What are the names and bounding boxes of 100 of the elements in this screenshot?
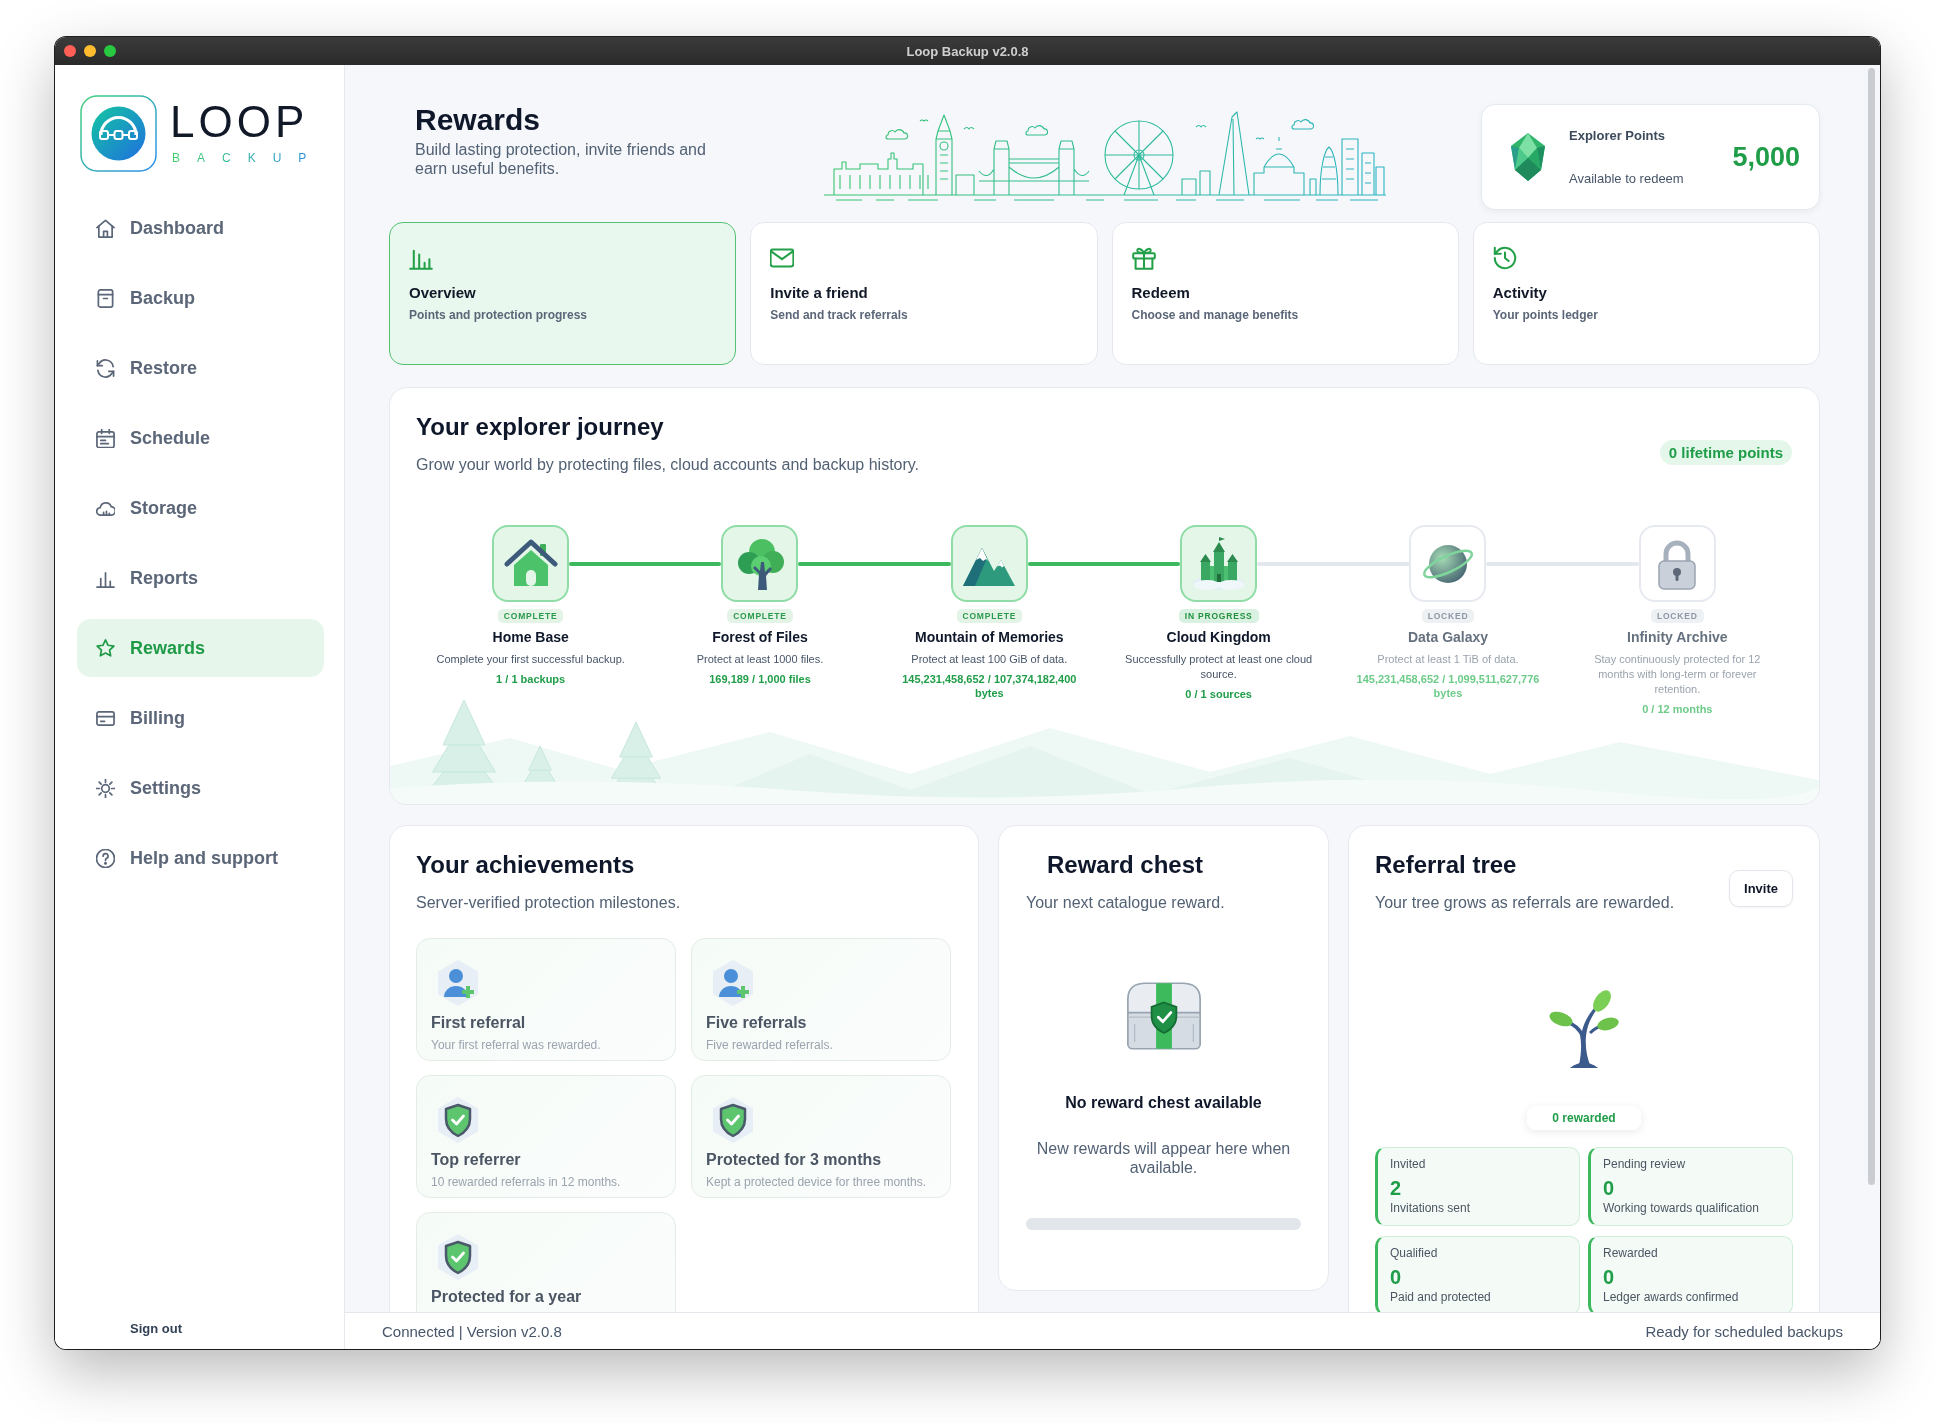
- tab[interactable]: Redeem Choose and manage benefits: [1111, 222, 1459, 365]
- clock-history-icon: [1492, 246, 1517, 270]
- achievement-description: Your first referral was rewarded.: [431, 1038, 602, 1053]
- milestone-description: Protect at least 100 GiB of data.: [911, 652, 1068, 667]
- nav-item[interactable]: Schedule: [77, 409, 324, 467]
- stat-label: Rewarded: [1603, 1246, 1659, 1261]
- nav-item[interactable]: Dashboard: [77, 199, 324, 257]
- section-title: Your achievements: [416, 850, 636, 880]
- gift-icon: [1131, 246, 1156, 270]
- stat-caption: Paid and protected: [1390, 1290, 1492, 1305]
- milestone-progress: 1 / 1 backups: [496, 672, 566, 686]
- minimize-button[interactable]: [84, 45, 96, 57]
- home-icon: [96, 218, 115, 238]
- achievement-description: Kept a protected device for three months.: [706, 1175, 928, 1190]
- nav-item[interactable]: Restore: [77, 339, 324, 397]
- tab[interactable]: Activity Your points ledger: [1472, 222, 1820, 365]
- backup-status: Ready for scheduled backups: [1645, 1322, 1843, 1340]
- maximize-button[interactable]: [104, 45, 116, 57]
- sapling-icon: [1548, 989, 1620, 1069]
- milestone-progress: 0 / 1 sources: [1185, 687, 1252, 701]
- section-title: Reward chest: [1047, 850, 1205, 880]
- milestone-name: Infinity Archive: [1627, 629, 1728, 646]
- shield-check-icon: [436, 1233, 480, 1281]
- section-subtitle: Grow your world by protecting files, cloud accounts and backup history.: [416, 455, 920, 475]
- page-subtitle: Build lasting protection, invite friends and earn useful benefits.: [415, 140, 707, 178]
- nav-item[interactable]: Reports: [77, 549, 324, 607]
- milestone-name: Home Base: [492, 629, 569, 646]
- shield-check-icon: [436, 1096, 480, 1144]
- nav-item[interactable]: Rewards: [77, 619, 324, 677]
- milestone-progress: 0 / 12 months: [1642, 702, 1713, 716]
- achievement-description: Five rewarded referrals.: [706, 1038, 834, 1053]
- page-title: Rewards: [415, 104, 542, 136]
- stat-label: Pending review: [1603, 1157, 1687, 1172]
- status-badge: LOCKED: [1650, 609, 1704, 623]
- section-subtitle: Your tree grows as referrals are rewarded.: [1375, 893, 1675, 913]
- status-badge: COMPLETE: [727, 609, 793, 623]
- status-badge: COMPLETE: [956, 609, 1023, 623]
- empty-state-text: New rewards will appear here when available.: [1035, 1139, 1292, 1177]
- invite-button[interactable]: Invite: [1729, 870, 1793, 907]
- stat-value: 2: [1390, 1176, 1403, 1200]
- nav-item[interactable]: Settings: [77, 759, 324, 817]
- settings-icon: [96, 778, 115, 798]
- stat-value: 0: [1603, 1265, 1616, 1289]
- milestone-name: Data Galaxy: [1407, 629, 1489, 646]
- close-button[interactable]: [64, 45, 76, 57]
- user-add-icon: [436, 959, 480, 1007]
- scrollbar-thumb[interactable]: [1868, 68, 1875, 1185]
- status-badge: LOCKED: [1421, 609, 1475, 623]
- status-badge: COMPLETE: [497, 609, 564, 623]
- milestone-name: Mountain of Memories: [915, 629, 1064, 646]
- achievement-title: First referral: [431, 1013, 527, 1033]
- stat-caption: Working towards qualification: [1603, 1201, 1760, 1216]
- milestone-description: Stay continuously protected for 12 months with long-term or forever retention.: [1593, 652, 1762, 697]
- stat-value: 0: [1390, 1265, 1403, 1289]
- milestone-description: Successfully protect at least one cloud source.: [1124, 652, 1314, 682]
- stat-caption: Ledger awards confirmed: [1603, 1290, 1740, 1305]
- star-icon: [96, 638, 115, 658]
- archive-box-icon: [96, 288, 115, 308]
- tab[interactable]: Overview Points and protection progress: [389, 222, 737, 365]
- milestone-progress: 145,231,458,652 / 1,099,511,627,776 bytes: [1355, 672, 1541, 700]
- milestone-progress: 169,189 / 1,000 files: [709, 672, 811, 686]
- stat-caption: Invitations sent: [1390, 1201, 1472, 1216]
- achievement-title: Protected for 3 months: [706, 1150, 883, 1170]
- nav-item[interactable]: Storage: [77, 479, 324, 537]
- achievement-title: Protected for a year: [431, 1287, 583, 1307]
- points-value: 5,000: [1732, 141, 1800, 173]
- stat-label: Invited: [1390, 1157, 1427, 1172]
- milestone-progress: 145,231,458,652 / 107,374,182,400 bytes: [901, 672, 1078, 700]
- status-badge: IN PROGRESS: [1178, 609, 1259, 623]
- rewarded-count-badge: 0 rewarded: [1527, 1106, 1641, 1130]
- nav-item[interactable]: Help and support: [77, 829, 324, 887]
- calendar-icon: [96, 428, 115, 448]
- empty-state-title: No reward chest available: [1064, 1093, 1263, 1113]
- user-add-icon: [711, 959, 755, 1007]
- section-subtitle: Your next catalogue reward.: [1026, 893, 1226, 913]
- tab[interactable]: Invite a friend Send and track referrals: [750, 222, 1098, 365]
- points-label: Explorer Points: [1569, 128, 1667, 143]
- lifetime-points-badge: 0 lifetime points: [1659, 440, 1792, 465]
- section-subtitle: Server-verified protection milestones.: [416, 893, 682, 913]
- milestone-description: Protect at least 1 TiB of data.: [1377, 652, 1519, 667]
- milestone-description: Protect at least 1000 files.: [696, 652, 824, 667]
- window-title: Loop Backup v2.0.8: [906, 43, 1029, 59]
- nav-item[interactable]: Billing: [77, 689, 324, 747]
- help-icon: [96, 848, 115, 868]
- sign-out-link[interactable]: Sign out: [130, 1321, 182, 1337]
- achievement-description: 10 rewarded referrals in 12 months.: [431, 1175, 622, 1190]
- credit-card-icon: [96, 708, 115, 728]
- stat-value: 0: [1603, 1176, 1616, 1200]
- stat-label: Qualified: [1390, 1246, 1439, 1261]
- milestone-name: Forest of Files: [712, 629, 808, 646]
- logo-text: LOOP: [170, 102, 309, 142]
- logo-icon: [80, 95, 157, 172]
- achievement-title: Five referrals: [706, 1013, 808, 1033]
- refresh-icon: [96, 358, 115, 378]
- connection-status: Connected | Version v2.0.8: [382, 1322, 562, 1340]
- nav-item[interactable]: Backup: [77, 269, 324, 327]
- milestone-name: Cloud Kingdom: [1166, 629, 1271, 646]
- points-caption: Available to redeem: [1569, 171, 1684, 186]
- envelope-icon: [770, 246, 795, 270]
- section-title: Your explorer journey: [416, 412, 665, 442]
